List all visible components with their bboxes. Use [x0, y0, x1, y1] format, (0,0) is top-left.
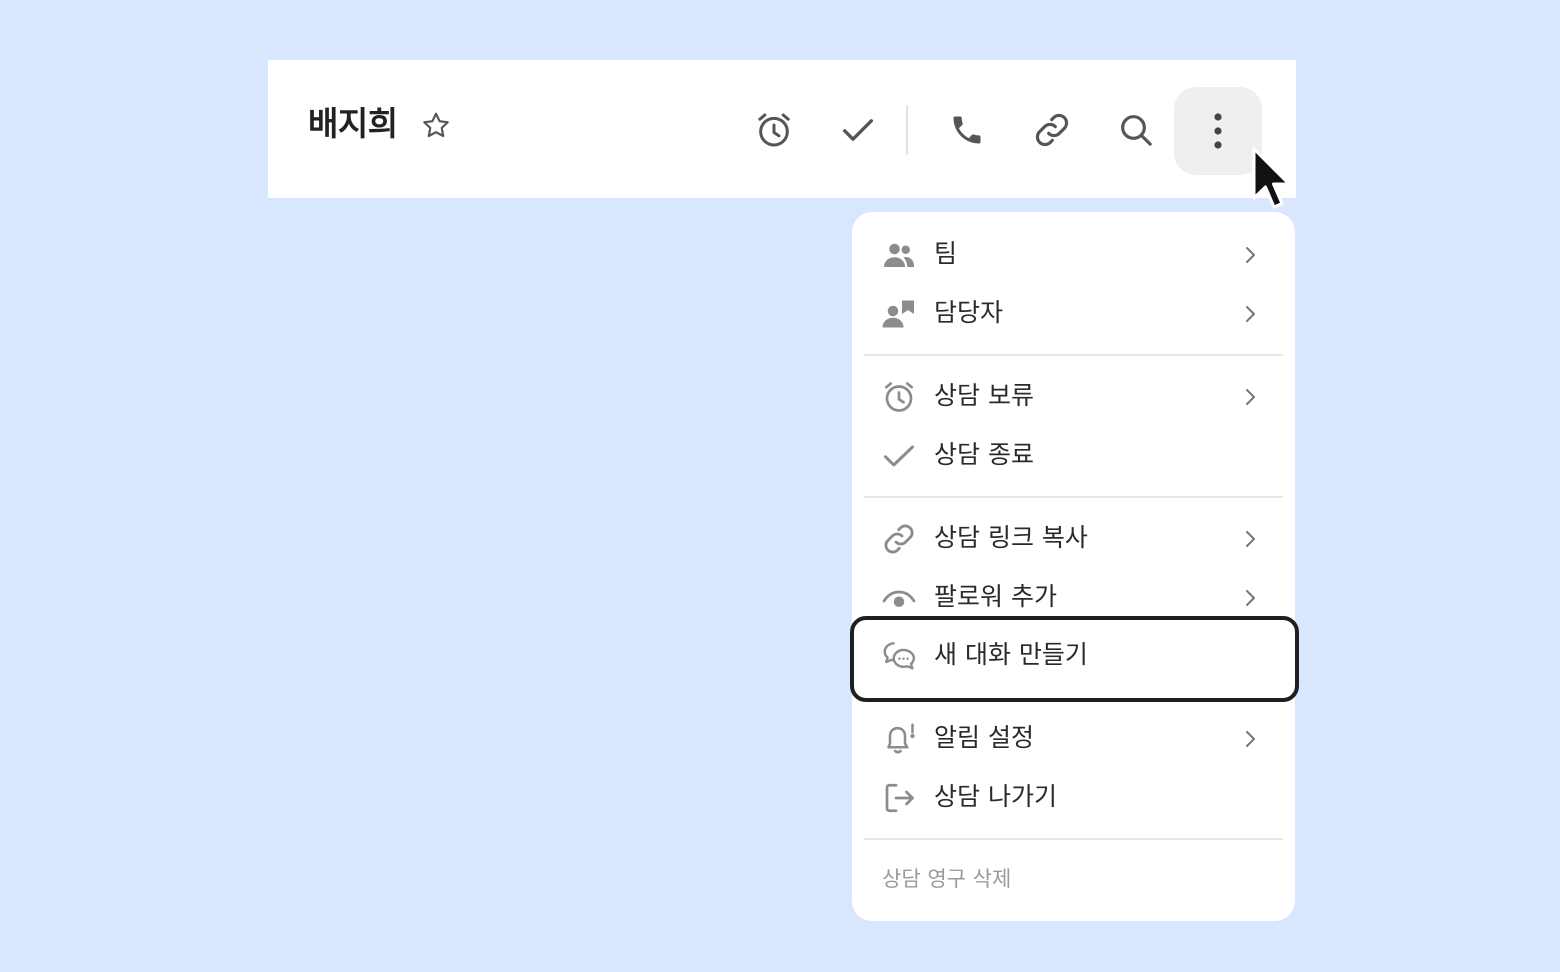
- chat-header: 배지희: [268, 60, 1296, 198]
- delete-chat-permanently[interactable]: 상담 영구 삭제: [882, 864, 1011, 894]
- chevron-right-icon: [1238, 302, 1262, 326]
- menu-divider: [864, 496, 1283, 498]
- link-icon: [881, 521, 917, 557]
- menu-item-label: 상담 나가기: [934, 782, 1057, 811]
- menu-divider: [864, 354, 1283, 356]
- assignee-icon: [881, 296, 917, 332]
- alarm-clock-icon: [754, 110, 794, 150]
- mouse-cursor-icon: [1250, 146, 1296, 214]
- menu-item-label: 팔로워 추가: [934, 582, 1057, 611]
- menu-item-label: 상담 보류: [934, 381, 1034, 410]
- star-icon[interactable]: [420, 110, 452, 142]
- search-button[interactable]: [1113, 107, 1159, 153]
- bell-icon: [881, 721, 917, 757]
- close-chat-button[interactable]: [835, 107, 881, 153]
- chevron-right-icon: [1238, 385, 1262, 409]
- menu-item-team[interactable]: 팀: [852, 225, 1295, 283]
- check-icon: [838, 110, 878, 150]
- chevron-right-icon: [1238, 727, 1262, 751]
- eye-icon: [881, 580, 917, 616]
- chevron-right-icon: [1238, 243, 1262, 267]
- menu-item-snooze[interactable]: 상담 보류: [852, 367, 1295, 425]
- menu-divider: [864, 838, 1283, 840]
- more-options-button[interactable]: [1174, 87, 1262, 175]
- alarm-clock-icon: [881, 379, 917, 415]
- snooze-button[interactable]: [751, 107, 797, 153]
- header-divider: [906, 105, 908, 155]
- menu-item-assignee[interactable]: 담당자: [852, 284, 1295, 342]
- call-button[interactable]: [944, 107, 990, 153]
- menu-item-copy-link[interactable]: 상담 링크 복사: [852, 509, 1295, 567]
- menu-item-leave-chat[interactable]: 상담 나가기: [852, 768, 1295, 826]
- menu-item-close-chat[interactable]: 상담 종료: [852, 426, 1295, 484]
- search-icon: [1116, 110, 1156, 150]
- more-vertical-icon: [1212, 111, 1224, 151]
- check-icon: [881, 438, 917, 474]
- phone-icon: [949, 112, 985, 148]
- menu-item-label: 상담 종료: [934, 440, 1034, 469]
- menu-item-label: 알림 설정: [934, 723, 1034, 752]
- link-icon: [1032, 110, 1072, 150]
- copy-link-button[interactable]: [1029, 107, 1075, 153]
- chevron-right-icon: [1238, 586, 1262, 610]
- chevron-right-icon: [1238, 527, 1262, 551]
- team-icon: [881, 237, 917, 273]
- menu-item-label: 상담 링크 복사: [934, 523, 1088, 552]
- highlight-outline: [850, 616, 1299, 702]
- exit-icon: [881, 780, 917, 816]
- menu-item-label: 담당자: [934, 298, 1004, 327]
- more-options-menu: 팀 담당자 상담 보류 상담 종료 상담 링크 복사 팔로워 추가 새 대화 만…: [850, 212, 1299, 921]
- page-title: 배지희: [308, 104, 398, 143]
- menu-item-label: 팀: [934, 239, 958, 268]
- menu-item-notification-settings[interactable]: 알림 설정: [852, 709, 1295, 767]
